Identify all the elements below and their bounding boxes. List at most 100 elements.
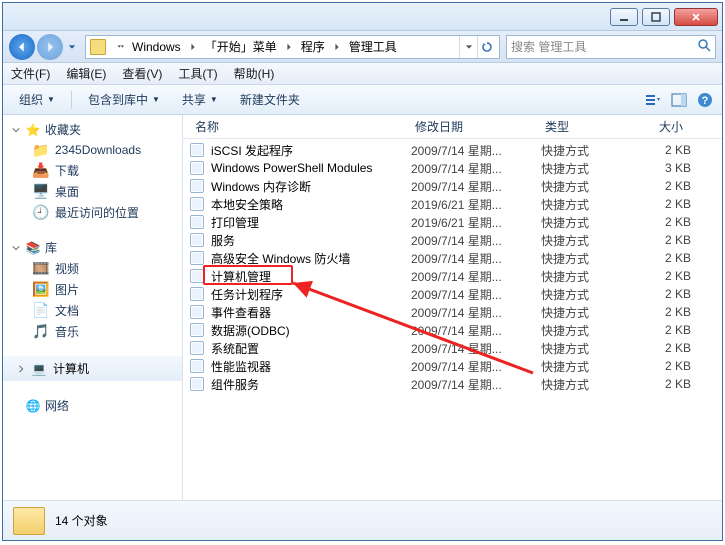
sidebar-item[interactable]: 📥下载 xyxy=(3,160,182,181)
file-row[interactable]: 本地安全策略2019/6/21 星期...快捷方式2 KB xyxy=(183,195,722,213)
sidebar-item[interactable]: 📁2345Downloads xyxy=(3,140,182,160)
sidebar-item[interactable]: 🎞️视频 xyxy=(3,258,182,279)
file-row[interactable]: 任务计划程序2009/7/14 星期...快捷方式2 KB xyxy=(183,285,722,303)
libraries-group: 📚 库 🎞️视频 🖼️图片 📄文档 🎵音乐 xyxy=(3,237,182,342)
col-date[interactable]: 修改日期 xyxy=(409,118,539,135)
menu-edit[interactable]: 编辑(E) xyxy=(66,65,106,82)
favorites-group: ⭐ 收藏夹 📁2345Downloads 📥下载 🖥️桌面 🕘最近访问的位置 xyxy=(3,119,182,223)
file-row[interactable]: 系统配置2009/7/14 星期...快捷方式2 KB xyxy=(183,339,722,357)
close-button[interactable] xyxy=(674,8,718,26)
file-size: 2 KB xyxy=(631,143,691,157)
view-options-button[interactable] xyxy=(644,91,662,109)
file-row[interactable]: 性能监视器2009/7/14 星期...快捷方式2 KB xyxy=(183,357,722,375)
breadcrumb-part[interactable]: Windows xyxy=(130,40,183,54)
file-row[interactable]: 事件查看器2009/7/14 星期...快捷方式2 KB xyxy=(183,303,722,321)
file-date: 2009/7/14 星期... xyxy=(411,268,541,285)
breadcrumb-part[interactable]: 管理工具 xyxy=(347,38,399,55)
folder-icon xyxy=(90,39,106,55)
file-size: 3 KB xyxy=(631,161,691,175)
new-folder-button[interactable]: 新建文件夹 xyxy=(232,88,308,111)
file-row[interactable]: 高级安全 Windows 防火墙2009/7/14 星期...快捷方式2 KB xyxy=(183,249,722,267)
file-row[interactable]: 打印管理2019/6/21 星期...快捷方式2 KB xyxy=(183,213,722,231)
file-date: 2009/7/14 星期... xyxy=(411,232,541,249)
body: ⭐ 收藏夹 📁2345Downloads 📥下载 🖥️桌面 🕘最近访问的位置 📚… xyxy=(3,115,722,500)
col-name[interactable]: 名称 xyxy=(189,118,409,135)
sidebar-item[interactable]: 🎵音乐 xyxy=(3,321,182,342)
menu-bar: 文件(F) 编辑(E) 查看(V) 工具(T) 帮助(H) xyxy=(3,63,722,85)
network-icon: 🌐 xyxy=(25,398,41,414)
file-size: 2 KB xyxy=(631,179,691,193)
file-row[interactable]: Windows PowerShell Modules2009/7/14 星期..… xyxy=(183,159,722,177)
breadcrumb-sep-icon[interactable] xyxy=(281,43,297,51)
organize-button[interactable]: 组织▼ xyxy=(11,88,63,111)
menu-help[interactable]: 帮助(H) xyxy=(234,65,275,82)
file-type: 快捷方式 xyxy=(541,376,631,393)
sidebar-item[interactable]: 🖥️桌面 xyxy=(3,181,182,202)
computer-label: 计算机 xyxy=(53,360,89,377)
search-input[interactable]: 搜索 管理工具 xyxy=(506,35,716,59)
nav-history-button[interactable] xyxy=(65,34,79,60)
file-type: 快捷方式 xyxy=(541,304,631,321)
sidebar-item[interactable]: 🕘最近访问的位置 xyxy=(3,202,182,223)
menu-view[interactable]: 查看(V) xyxy=(122,65,162,82)
file-row[interactable]: 数据源(ODBC)2009/7/14 星期...快捷方式2 KB xyxy=(183,321,722,339)
file-size: 2 KB xyxy=(631,341,691,355)
file-name: 性能监视器 xyxy=(211,358,411,375)
explorer-window: Windows 「开始」菜单 程序 管理工具 搜索 管理工具 文件(F) 编辑(… xyxy=(2,2,723,541)
file-type: 快捷方式 xyxy=(541,232,631,249)
maximize-button[interactable] xyxy=(642,8,670,26)
breadcrumb[interactable]: Windows 「开始」菜单 程序 管理工具 xyxy=(85,35,500,59)
file-name: 计算机管理 xyxy=(211,268,411,285)
sidebar-item[interactable]: 📄文档 xyxy=(3,300,182,321)
file-date: 2009/7/14 星期... xyxy=(411,178,541,195)
include-in-library-button[interactable]: 包含到库中▼ xyxy=(80,88,168,111)
file-size: 2 KB xyxy=(631,269,691,283)
sidebar-item[interactable]: 🖼️图片 xyxy=(3,279,182,300)
svg-text:?: ? xyxy=(702,95,709,107)
file-row[interactable]: 组件服务2009/7/14 星期...快捷方式2 KB xyxy=(183,375,722,393)
forward-button[interactable] xyxy=(37,34,63,60)
file-date: 2009/7/14 星期... xyxy=(411,358,541,375)
file-type: 快捷方式 xyxy=(541,160,631,177)
favorites-header[interactable]: ⭐ 收藏夹 xyxy=(3,119,182,140)
status-text: 14 个对象 xyxy=(55,512,108,529)
share-button[interactable]: 共享▼ xyxy=(174,88,226,111)
breadcrumb-dropdown-button[interactable] xyxy=(459,36,477,58)
col-size[interactable]: 大小 xyxy=(629,118,689,135)
col-type[interactable]: 类型 xyxy=(539,118,629,135)
libraries-header[interactable]: 📚 库 xyxy=(3,237,182,258)
expand-icon[interactable] xyxy=(17,362,25,376)
star-icon: ⭐ xyxy=(25,122,41,138)
file-size: 2 KB xyxy=(631,251,691,265)
file-row[interactable]: 服务2009/7/14 星期...快捷方式2 KB xyxy=(183,231,722,249)
refresh-button[interactable] xyxy=(477,36,495,58)
menu-tools[interactable]: 工具(T) xyxy=(178,65,217,82)
collapse-icon[interactable] xyxy=(11,126,21,134)
sidebar-computer[interactable]: 💻 计算机 xyxy=(3,356,182,381)
shortcut-icon xyxy=(189,232,205,248)
preview-pane-button[interactable] xyxy=(670,91,688,109)
menu-file[interactable]: 文件(F) xyxy=(11,65,50,82)
navigation-pane[interactable]: ⭐ 收藏夹 📁2345Downloads 📥下载 🖥️桌面 🕘最近访问的位置 📚… xyxy=(3,115,183,500)
file-row[interactable]: 计算机管理2009/7/14 星期...快捷方式2 KB xyxy=(183,267,722,285)
favorites-label: 收藏夹 xyxy=(45,121,81,138)
collapse-icon[interactable] xyxy=(11,244,21,252)
sidebar-network[interactable]: 🌐 网络 xyxy=(3,395,182,416)
file-name: Windows PowerShell Modules xyxy=(211,161,411,175)
breadcrumb-sep-icon[interactable] xyxy=(329,43,345,51)
file-row[interactable]: Windows 内存诊断2009/7/14 星期...快捷方式2 KB xyxy=(183,177,722,195)
back-button[interactable] xyxy=(9,34,35,60)
breadcrumb-sep-icon[interactable] xyxy=(112,43,128,51)
file-name: iSCSI 发起程序 xyxy=(211,142,411,159)
command-bar: 组织▼ 包含到库中▼ 共享▼ 新建文件夹 ? xyxy=(3,85,722,115)
breadcrumb-part[interactable]: 「开始」菜单 xyxy=(203,38,279,55)
shortcut-icon xyxy=(189,376,205,392)
help-button[interactable]: ? xyxy=(696,91,714,109)
file-row[interactable]: iSCSI 发起程序2009/7/14 星期...快捷方式2 KB xyxy=(183,141,722,159)
minimize-button[interactable] xyxy=(610,8,638,26)
file-rows: iSCSI 发起程序2009/7/14 星期...快捷方式2 KBWindows… xyxy=(183,139,722,500)
breadcrumb-sep-icon[interactable] xyxy=(185,43,201,51)
computer-icon: 💻 xyxy=(31,361,47,377)
file-type: 快捷方式 xyxy=(541,268,631,285)
breadcrumb-part[interactable]: 程序 xyxy=(299,38,327,55)
